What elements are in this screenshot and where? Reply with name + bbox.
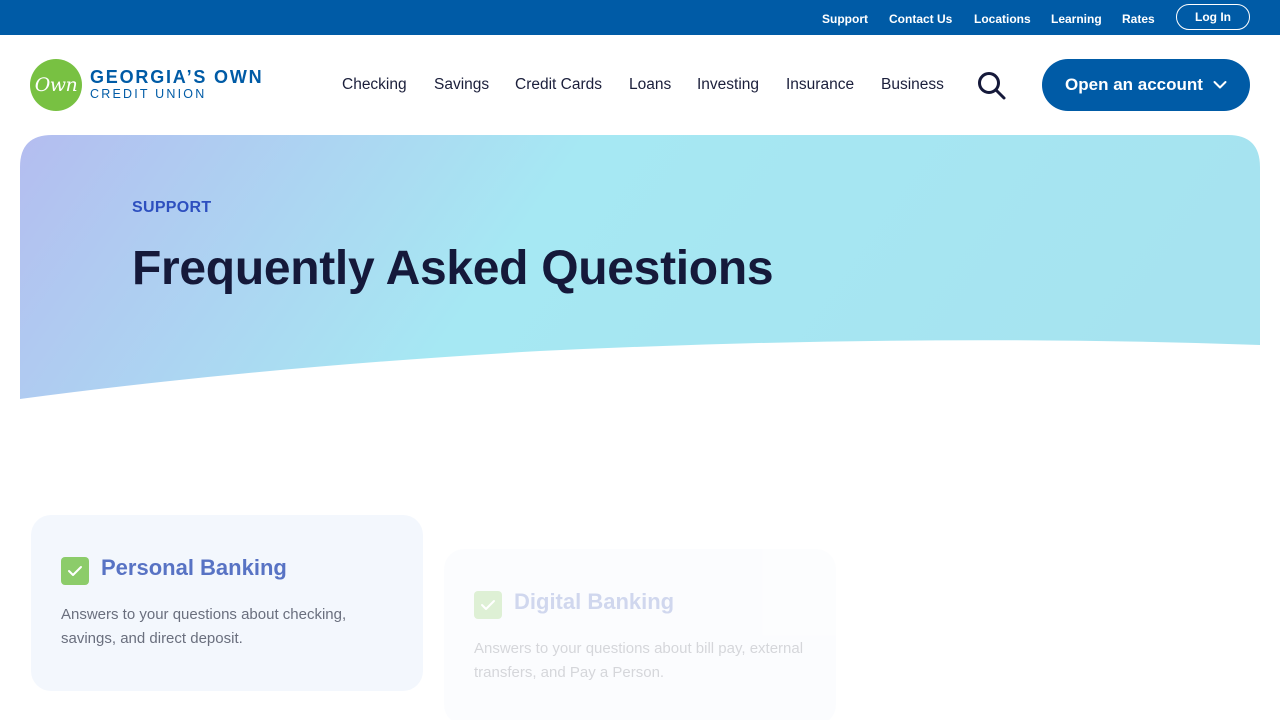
utility-link-locations[interactable]: Locations: [974, 12, 1031, 26]
logo-line-1: GEORGIA’S OWN: [90, 67, 264, 87]
hero-eyebrow: SUPPORT: [132, 199, 212, 216]
utility-link-rates[interactable]: Rates: [1122, 12, 1155, 26]
search-icon: [978, 72, 1006, 100]
hero-banner: SUPPORT Frequently Asked Questions: [20, 135, 1260, 405]
nav-insurance[interactable]: Insurance: [786, 76, 854, 94]
logo-text: GEORGIA’S OWN CREDIT UNION: [90, 68, 263, 102]
nav-credit-cards[interactable]: Credit Cards: [515, 76, 602, 94]
open-account-button[interactable]: Open an account: [1042, 59, 1250, 111]
search-button[interactable]: [974, 70, 1010, 102]
logo-line-2: CREDIT UNION: [90, 87, 207, 101]
card-title: Digital Banking: [514, 589, 675, 614]
card-title: Personal Banking: [101, 555, 287, 580]
card-personal-banking[interactable]: Personal Banking Answers to your questio…: [31, 515, 423, 691]
card-digital-banking[interactable]: Digital Banking Answers to your question…: [444, 549, 836, 720]
logo[interactable]: Own GEORGIA’S OWN CREDIT UNION: [30, 59, 263, 111]
log-in-button[interactable]: Log In: [1176, 4, 1250, 30]
main-header: Own GEORGIA’S OWN CREDIT UNION Checking …: [0, 35, 1280, 135]
nav-business[interactable]: Business: [881, 76, 944, 94]
utility-bar: Support Contact Us Locations Learning Ra…: [0, 0, 1280, 35]
nav-investing[interactable]: Investing: [697, 76, 759, 94]
card-description: Answers to your questions about checking…: [61, 606, 347, 647]
check-icon: [474, 591, 502, 619]
open-account-label: Open an account: [1065, 75, 1203, 94]
check-icon: [61, 557, 89, 585]
chevron-down-icon: [1213, 80, 1227, 90]
nav-loans[interactable]: Loans: [629, 76, 671, 94]
utility-link-learning[interactable]: Learning: [1051, 12, 1102, 26]
utility-link-contact-us[interactable]: Contact Us: [889, 12, 952, 26]
page-title: Frequently Asked Questions: [132, 242, 774, 295]
nav-checking[interactable]: Checking: [342, 76, 407, 94]
card-description: Answers to your questions about bill pay…: [474, 640, 804, 681]
utility-link-support[interactable]: Support: [822, 12, 868, 26]
nav-savings[interactable]: Savings: [434, 76, 489, 94]
logo-mark: Own: [30, 59, 82, 111]
